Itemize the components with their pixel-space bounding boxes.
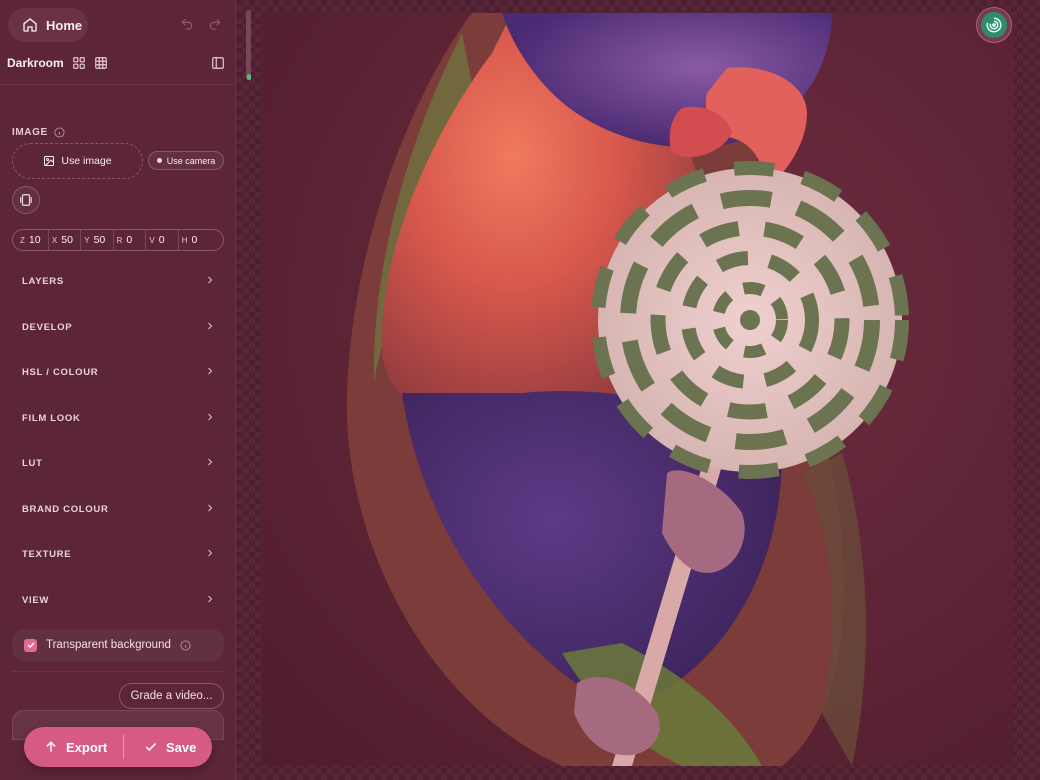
chevron-right-icon bbox=[208, 322, 213, 330]
check-icon bbox=[27, 642, 34, 649]
image-section-label: IMAGE bbox=[12, 127, 65, 138]
panel-label: FILM LOOK bbox=[22, 412, 81, 424]
transparent-background-checkbox[interactable] bbox=[24, 638, 37, 652]
panel-label: LUT bbox=[22, 457, 43, 469]
transform-key: Y bbox=[84, 235, 90, 245]
chevron-right-icon bbox=[208, 458, 213, 466]
ai-swirl-icon bbox=[986, 17, 1002, 33]
undo-icon[interactable] bbox=[180, 17, 194, 31]
image-canvas[interactable] bbox=[262, 13, 1014, 766]
ai-assistant-button[interactable] bbox=[976, 7, 1012, 43]
home-label: Home bbox=[46, 17, 83, 33]
transform-rotate[interactable]: R0 bbox=[114, 230, 147, 250]
panel-texture[interactable]: TEXTURE bbox=[12, 536, 224, 572]
scroll-position-indicator[interactable] bbox=[247, 74, 251, 80]
panel-develop[interactable]: DEVELOP bbox=[12, 309, 224, 345]
transform-controls: Z 10 X 50 Y 50 R0 V0 H0 bbox=[12, 229, 224, 251]
panel-label: TEXTURE bbox=[22, 548, 72, 560]
image-icon bbox=[44, 156, 55, 166]
divider bbox=[0, 84, 236, 85]
panel-label: LAYERS bbox=[22, 275, 64, 287]
chevron-right-icon bbox=[208, 276, 213, 284]
action-bar: Export Save bbox=[24, 727, 212, 767]
home-icon bbox=[23, 18, 37, 32]
chevron-right-icon bbox=[208, 367, 213, 375]
divider bbox=[12, 671, 224, 672]
check-icon bbox=[145, 742, 157, 751]
transform-value[interactable]: 50 bbox=[61, 234, 77, 246]
use-camera-label: Use camera bbox=[166, 155, 216, 166]
panel-layers[interactable]: LAYERS bbox=[12, 263, 224, 299]
panel-label: DEVELOP bbox=[22, 321, 73, 333]
transparent-background-label: Transparent background bbox=[46, 639, 171, 651]
export-label: Export bbox=[66, 739, 108, 755]
sidebar-toggle-icon[interactable] bbox=[211, 56, 225, 70]
workspace-row: Darkroom bbox=[7, 54, 225, 72]
use-image-button[interactable]: Use image bbox=[12, 143, 143, 179]
canvas-scrollbar[interactable] bbox=[246, 10, 251, 80]
grade-video-label: Grade a video... bbox=[130, 690, 213, 702]
transform-value[interactable]: 10 bbox=[29, 234, 45, 246]
save-label: Save bbox=[166, 739, 197, 755]
transform-key: R bbox=[116, 235, 123, 245]
panel-brand-colour[interactable]: BRAND COLOUR bbox=[12, 491, 224, 527]
transform-key: V bbox=[149, 235, 155, 245]
parrot-lollipop-image bbox=[346, 13, 909, 766]
chevron-right-icon bbox=[208, 549, 213, 557]
panel-label: HSL / COLOUR bbox=[22, 366, 99, 378]
transform-value[interactable]: 0 bbox=[126, 234, 142, 246]
home-button[interactable]: Home bbox=[8, 8, 88, 42]
grade-video-button[interactable]: Grade a video... bbox=[119, 683, 224, 709]
panel-lut[interactable]: LUT bbox=[12, 445, 224, 481]
sidebar: Home Darkroom IMAGE Use image Use camera… bbox=[0, 0, 236, 780]
transform-x[interactable]: X 50 bbox=[49, 230, 82, 250]
arrow-up-icon bbox=[46, 741, 56, 752]
panel-film-look[interactable]: FILM LOOK bbox=[12, 400, 224, 436]
panel-view[interactable]: VIEW bbox=[12, 582, 224, 618]
transform-zoom[interactable]: Z 10 bbox=[17, 230, 49, 250]
ai-badge-inner bbox=[981, 12, 1007, 38]
info-icon[interactable] bbox=[54, 127, 65, 138]
redo-icon[interactable] bbox=[208, 17, 222, 31]
transform-key: Z bbox=[20, 235, 25, 245]
workspace-title: Darkroom bbox=[7, 56, 64, 70]
panel-label: VIEW bbox=[22, 594, 50, 606]
table-view-icon[interactable] bbox=[94, 56, 108, 70]
panel-hsl-colour[interactable]: HSL / COLOUR bbox=[12, 354, 224, 390]
transform-vertical[interactable]: V0 bbox=[146, 230, 179, 250]
transform-value[interactable]: 0 bbox=[191, 234, 207, 246]
device-frame-button[interactable] bbox=[12, 186, 40, 214]
transform-key: X bbox=[51, 235, 58, 245]
transform-horizontal[interactable]: H0 bbox=[179, 230, 211, 250]
chevron-right-icon bbox=[208, 504, 213, 512]
save-button[interactable]: Save bbox=[124, 727, 196, 767]
grid-view-icon[interactable] bbox=[72, 56, 86, 70]
device-frame-icon bbox=[20, 194, 32, 206]
transform-value[interactable]: 0 bbox=[159, 234, 175, 246]
chevron-right-icon bbox=[208, 413, 213, 421]
info-icon[interactable] bbox=[180, 639, 191, 651]
camera-dot-icon bbox=[156, 158, 162, 163]
chevron-right-icon bbox=[208, 595, 213, 603]
use-image-label: Use image bbox=[61, 155, 112, 167]
transform-y[interactable]: Y 50 bbox=[81, 230, 114, 250]
panel-label: BRAND COLOUR bbox=[22, 503, 109, 515]
use-camera-button[interactable]: Use camera bbox=[148, 151, 224, 170]
image-label-text: IMAGE bbox=[12, 127, 48, 138]
transform-value[interactable]: 50 bbox=[94, 234, 110, 246]
transform-key: H bbox=[181, 235, 188, 245]
transparent-background-option: Transparent background bbox=[12, 629, 224, 661]
export-button[interactable]: Export bbox=[24, 727, 123, 767]
